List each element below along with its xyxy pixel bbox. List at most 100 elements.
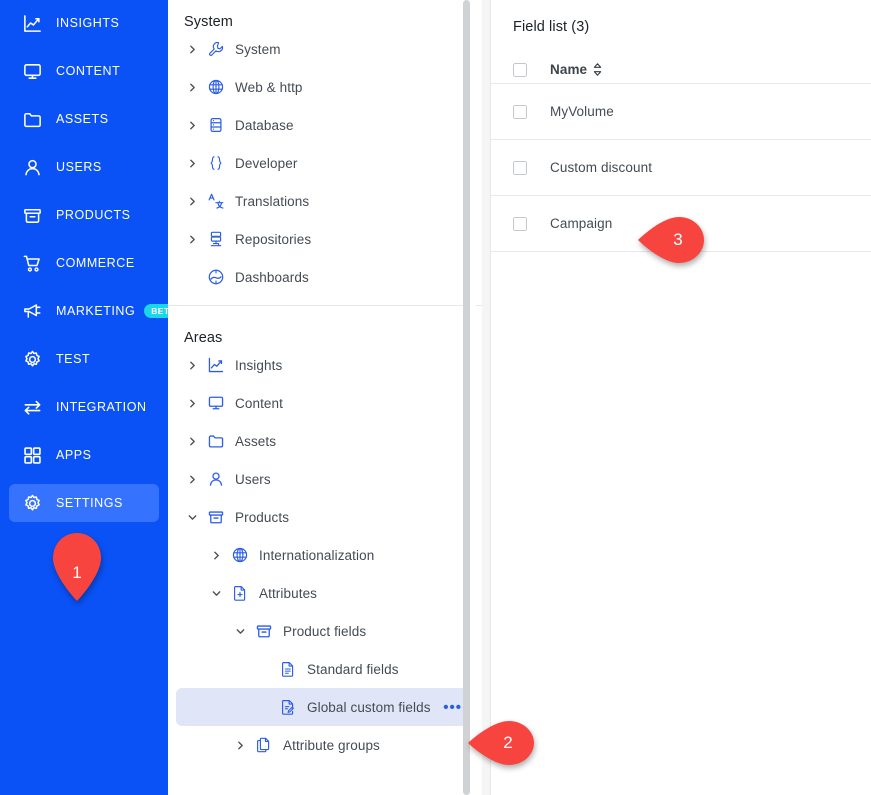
doc-lines-icon: [278, 660, 298, 678]
grid-squares-icon: [21, 444, 43, 466]
tree-item-dashboards[interactable]: Dashboards: [176, 258, 474, 296]
row-checkbox[interactable]: [513, 216, 527, 231]
tree-item-label: Developer: [235, 155, 298, 171]
chevron-right-icon[interactable]: [184, 120, 200, 131]
tree-item-users[interactable]: Users: [176, 460, 474, 498]
tree-item-web-http[interactable]: Web & http: [176, 68, 474, 106]
sidebar-item-label: USERS: [56, 160, 102, 174]
exchange-arrows-icon: [21, 396, 43, 418]
chevron-down-icon[interactable]: [232, 626, 248, 637]
tree-item-label: Standard fields: [307, 661, 399, 677]
tree-item-product-fields[interactable]: Product fields: [176, 612, 474, 650]
settings-tree-panel: System System Web & http Database Developer T…: [168, 0, 482, 795]
sidebar-item-integration[interactable]: INTEGRATION: [9, 388, 159, 426]
tree-item-label: Assets: [235, 433, 277, 449]
tree-section-title: Areas: [184, 330, 223, 346]
sidebar-item-settings[interactable]: SETTINGS: [9, 484, 159, 522]
beta-badge: BETA: [144, 304, 168, 318]
row-overflow-menu-icon[interactable]: •••: [443, 700, 462, 715]
chevron-right-icon[interactable]: [184, 234, 200, 245]
annotation-marker-2-label: 2: [503, 733, 513, 752]
tree-item-label: Content: [235, 395, 283, 411]
chevron-right-icon[interactable]: [184, 82, 200, 93]
dashboard-icon: [206, 268, 226, 286]
field-name-cell: Custom discount: [550, 160, 653, 175]
chevron-right-icon[interactable]: [184, 44, 200, 55]
monitor-icon: [21, 60, 43, 82]
tree-item-content[interactable]: Content: [176, 384, 474, 422]
tree-item-system[interactable]: System: [176, 30, 474, 68]
chevron-right-icon[interactable]: [232, 740, 248, 751]
tree-item-attribute-groups[interactable]: Attribute groups: [176, 726, 474, 764]
chevron-right-icon[interactable]: [184, 196, 200, 207]
tree-scrollbar-thumb[interactable]: [463, 0, 470, 795]
folder-icon: [206, 432, 226, 450]
gear-icon: [21, 348, 43, 370]
box-icon: [254, 622, 274, 640]
sidebar-item-label: MARKETING: [56, 304, 136, 318]
tree-section-title: System: [184, 14, 233, 30]
annotation-marker-2: 2: [467, 719, 535, 767]
tree-item-label: Attributes: [259, 585, 318, 601]
sidebar-item-label: CONTENT: [56, 64, 121, 78]
tree-item-label: System: [235, 41, 281, 57]
chevron-down-icon[interactable]: [184, 512, 200, 523]
sidebar-item-marketing[interactable]: MARKETING BETA: [9, 292, 168, 330]
braces-icon: [206, 154, 226, 172]
tree-scrollbar-track[interactable]: [463, 0, 476, 795]
globe-icon: [230, 546, 250, 564]
tree-item-label: Insights: [235, 357, 283, 373]
sidebar-item-insights[interactable]: INSIGHTS: [9, 4, 159, 42]
chevron-right-icon[interactable]: [184, 398, 200, 409]
tree-item-global-custom-fields[interactable]: Global custom fields •••: [176, 688, 474, 726]
tree-item-internationalization[interactable]: Internationalization: [176, 536, 474, 574]
database-icon: [206, 116, 226, 134]
tree-item-translations[interactable]: Translations: [176, 182, 474, 220]
chevron-down-icon[interactable]: [208, 588, 224, 599]
row-checkbox[interactable]: [513, 104, 527, 119]
row-checkbox[interactable]: [513, 160, 527, 175]
sidebar-item-apps[interactable]: APPS: [9, 436, 159, 474]
translate-icon: [206, 192, 226, 210]
tree-item-database[interactable]: Database: [176, 106, 474, 144]
tree-item-repositories[interactable]: Repositories: [176, 220, 474, 258]
sidebar-item-products[interactable]: PRODUCTS: [9, 196, 159, 234]
tree-item-label: Web & http: [235, 79, 303, 95]
column-header-name[interactable]: Name: [550, 62, 602, 77]
folder-icon: [21, 108, 43, 130]
chevron-right-icon[interactable]: [184, 474, 200, 485]
sidebar-item-test[interactable]: TEST: [9, 340, 159, 378]
chevron-right-icon[interactable]: [208, 550, 224, 561]
chevron-right-icon[interactable]: [184, 436, 200, 447]
chevron-right-icon[interactable]: [184, 158, 200, 169]
annotation-marker-1: 1: [50, 530, 104, 602]
chevron-right-icon[interactable]: [184, 360, 200, 371]
tree-item-attributes[interactable]: Attributes: [176, 574, 474, 612]
tree-item-standard-fields[interactable]: Standard fields: [176, 650, 474, 688]
insights-chart-icon: [206, 356, 226, 374]
settings-tree-content: System System Web & http Database Developer T…: [168, 0, 482, 764]
sort-updown-icon[interactable]: [593, 63, 602, 76]
box-icon: [206, 508, 226, 526]
field-name-cell: MyVolume: [550, 104, 614, 119]
field-name-cell: Campaign: [550, 216, 613, 231]
sidebar-item-users[interactable]: USERS: [9, 148, 159, 186]
sidebar-item-label: ASSETS: [56, 112, 109, 126]
sidebar-item-commerce[interactable]: COMMERCE: [9, 244, 159, 282]
tree-item-insights[interactable]: Insights: [176, 346, 474, 384]
tree-item-label: Users: [235, 471, 271, 487]
table-row[interactable]: MyVolume: [491, 84, 871, 140]
tree-item-developer[interactable]: Developer: [176, 144, 474, 182]
field-list-panel: Field list (3) Name MyVolume Custom disc…: [490, 0, 871, 795]
user-icon: [206, 470, 226, 488]
sidebar-item-label: TEST: [56, 352, 91, 366]
tree-item-assets[interactable]: Assets: [176, 422, 474, 460]
tree-item-label: Attribute groups: [283, 737, 380, 753]
megaphone-icon: [21, 300, 43, 322]
sidebar-item-assets[interactable]: ASSETS: [9, 100, 159, 138]
tree-item-products[interactable]: Products: [176, 498, 474, 536]
select-all-checkbox[interactable]: [513, 62, 527, 77]
table-row[interactable]: Custom discount: [491, 140, 871, 196]
sidebar-item-content[interactable]: CONTENT: [9, 52, 159, 90]
tree-item-label: Internationalization: [259, 547, 375, 563]
